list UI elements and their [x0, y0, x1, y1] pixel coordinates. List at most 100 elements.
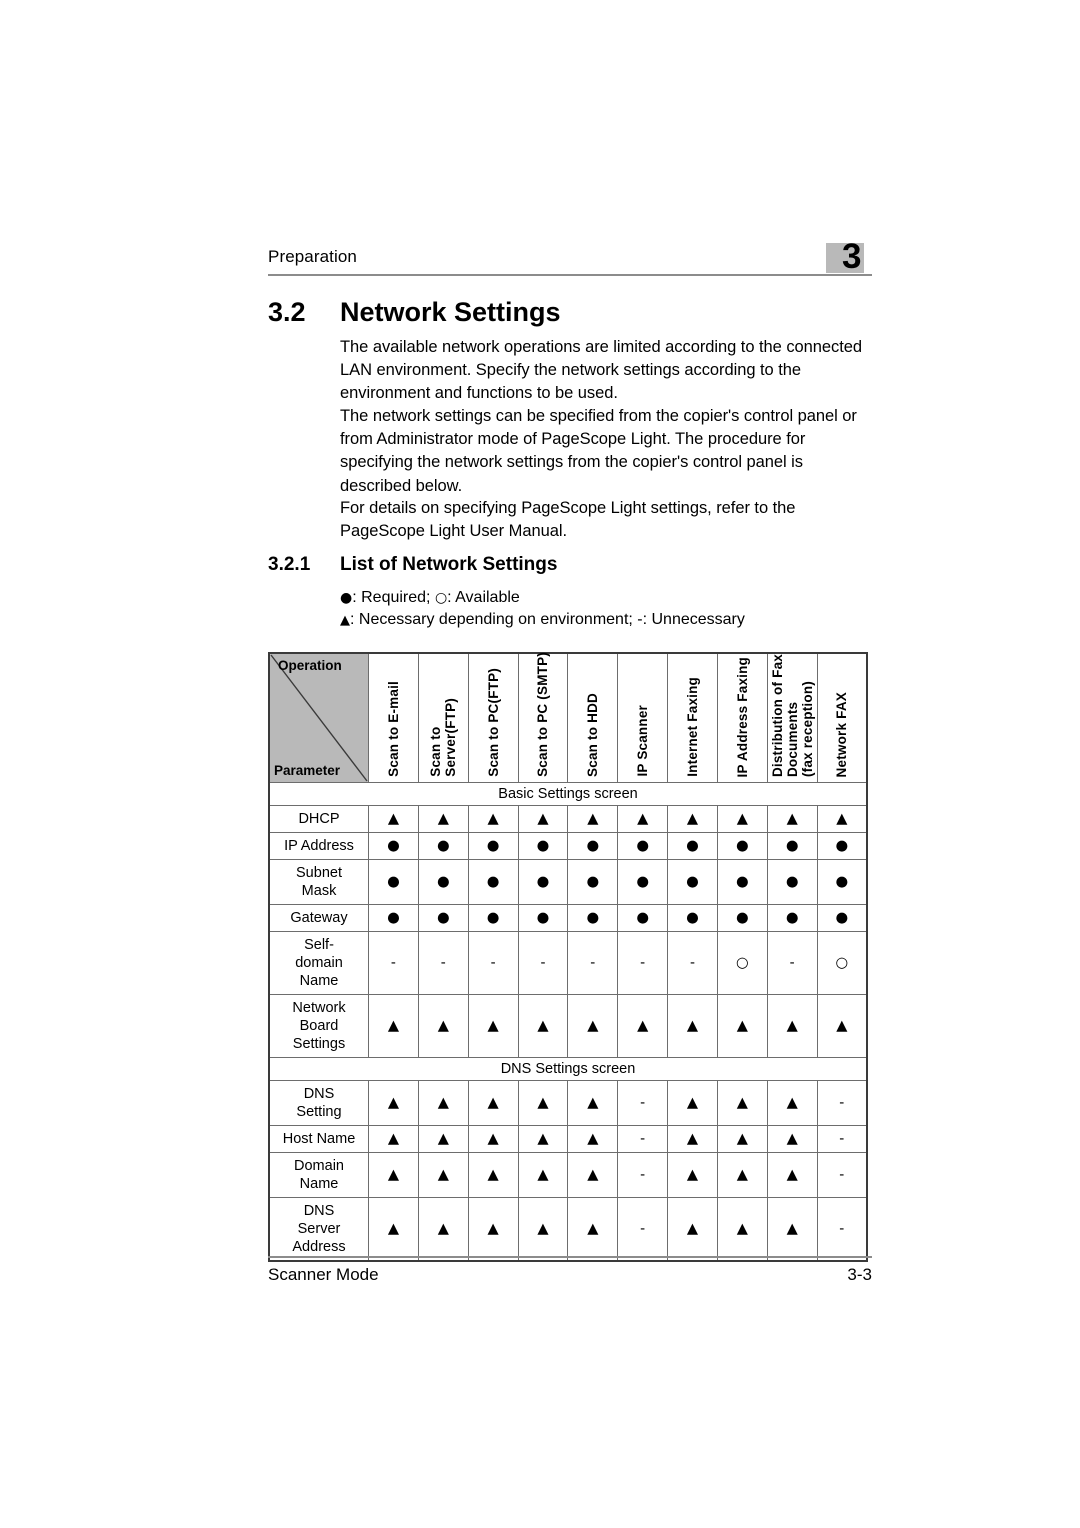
table-cell-mark: ▲ — [667, 805, 718, 833]
table-cell-mark: ● — [766, 904, 818, 932]
table-cell-mark: ▲ — [417, 805, 469, 833]
table-cell-mark: ▲ — [417, 1152, 469, 1198]
table-cell-mark: ● — [716, 832, 768, 860]
column-header-scan-to-hdd: Scan to HDD — [567, 652, 619, 783]
running-header: Preparation — [268, 246, 872, 282]
table-cell-mark: ▲ — [368, 1125, 419, 1153]
table-row-label: DNS Server Address — [268, 1197, 369, 1262]
section-heading: 3.2 Network Settings — [268, 296, 561, 328]
table-cell-mark: ▲ — [517, 1080, 569, 1126]
filled-circle-icon: ● — [340, 590, 353, 606]
footer-page-number: 3-3 — [847, 1265, 872, 1284]
table-row: IP Address ● ● ● ● ● ● ● ● ● ● — [268, 832, 868, 860]
network-settings-table-wrap: Operation Parameter Scan to E-mail Scan … — [268, 652, 868, 1262]
table-cell-mark: ● — [667, 904, 718, 932]
table-cell-mark: ▲ — [517, 805, 569, 833]
table-cell-mark: ▲ — [368, 1152, 419, 1198]
table-cell-mark: ▲ — [567, 1197, 619, 1262]
table-cell-mark: - — [467, 931, 519, 995]
table-cell-mark: ● — [567, 859, 619, 905]
legend-available-label: : Available — [447, 589, 520, 606]
table-cell-mark: ● — [617, 859, 669, 905]
table-cell-mark: - — [816, 1125, 868, 1153]
table-cell-mark: ● — [617, 832, 669, 860]
running-header-text: Preparation — [268, 247, 357, 266]
table-cell-mark: - — [816, 1152, 868, 1198]
table-row-label: Self-domain Name — [268, 931, 369, 995]
document-page: Preparation 3 3.2 Network Settings The av… — [0, 0, 1080, 1528]
table-row: Domain Name ▲ ▲ ▲ ▲ ▲ - ▲ ▲ ▲ - — [268, 1152, 868, 1198]
table-cell-mark: - — [766, 931, 818, 995]
paragraph-3: For details on specifying PageScope Ligh… — [340, 499, 796, 541]
column-header-network-fax: Network FAX — [816, 652, 868, 783]
table-cell-mark: ● — [467, 904, 519, 932]
table-cell-mark: ● — [716, 904, 768, 932]
column-header-scan-to-email: Scan to E-mail — [368, 652, 419, 783]
table-cell-mark: ● — [617, 904, 669, 932]
subsection-title: List of Network Settings — [340, 554, 558, 575]
table-row: Network Board Settings ▲ ▲ ▲ ▲ ▲ ▲ ▲ ▲ ▲ ▲ — [268, 994, 868, 1058]
table-cell-mark: ○ — [716, 931, 768, 995]
table-row-label: IP Address — [268, 832, 369, 860]
table-cell-mark: ● — [417, 859, 469, 905]
table-cell-mark: ● — [517, 904, 569, 932]
table-row: Gateway ● ● ● ● ● ● ● ● ● ● — [268, 904, 868, 932]
table-cell-mark: ▲ — [467, 1080, 519, 1126]
table-cell-mark: ▲ — [816, 994, 868, 1058]
table-row-label: DNS Setting — [268, 1080, 369, 1126]
table-row: DHCP ▲ ▲ ▲ ▲ ▲ ▲ ▲ ▲ ▲ ▲ — [268, 805, 868, 833]
table-cell-mark: - — [667, 931, 718, 995]
table-cell-mark: ● — [368, 904, 419, 932]
table-cell-mark: - — [617, 1152, 669, 1198]
legend-line-1: ●: Required; ○: Available — [340, 587, 520, 609]
table-cell-mark: ▲ — [368, 805, 419, 833]
legend-line-2: ▲: Necessary depending on environment; -… — [340, 609, 745, 632]
table-cell-mark: ▲ — [716, 805, 768, 833]
table-cell-mark: ▲ — [766, 994, 818, 1058]
table-cell-mark: ● — [368, 832, 419, 860]
table-cell-mark: - — [567, 931, 619, 995]
table-row-label: Host Name — [268, 1125, 369, 1153]
corner-operation-label: Operation — [278, 658, 342, 673]
table-cell-mark: ▲ — [467, 1152, 519, 1198]
table-cell-mark: ▲ — [567, 1152, 619, 1198]
table-row: DNS Server Address ▲ ▲ ▲ ▲ ▲ - ▲ ▲ ▲ - — [268, 1197, 868, 1262]
table-cell-mark: ▲ — [766, 1197, 818, 1262]
legend-necessary-label: : Necessary depending on environment; -:… — [350, 611, 745, 628]
table-cell-mark: ● — [816, 859, 868, 905]
table-cell-mark: ○ — [816, 931, 868, 995]
table-cell-mark: ● — [567, 904, 619, 932]
subsection-number: 3.2.1 — [268, 554, 311, 575]
table-row-label: Network Board Settings — [268, 994, 369, 1058]
table-section-row: Basic Settings screen — [268, 782, 868, 806]
column-header-scan-to-server-ftp: Scan to Server(FTP) — [417, 652, 469, 783]
table-body: Basic Settings screen DHCP ▲ ▲ ▲ ▲ ▲ ▲ ▲ ▲ ▲ ▲ IP Ad… — [268, 782, 868, 1262]
table-cell-mark: ▲ — [517, 1152, 569, 1198]
table-cell-mark: ● — [766, 832, 818, 860]
table-row-label: Gateway — [268, 904, 369, 932]
table-cell-mark: - — [617, 1197, 669, 1262]
table-cell-mark: ▲ — [567, 1125, 619, 1153]
table-cell-mark: ▲ — [617, 805, 669, 833]
table-cell-mark: ● — [517, 859, 569, 905]
table-cell-mark: ▲ — [517, 1197, 569, 1262]
column-header-ip-scanner: IP Scanner — [617, 652, 669, 783]
subsection-heading: 3.2.1 List of Network Settings — [268, 553, 557, 577]
table-cell-mark: ▲ — [667, 1152, 718, 1198]
table-cell-mark: ▲ — [467, 1197, 519, 1262]
table-row-label: Domain Name — [268, 1152, 369, 1198]
header-rule — [268, 274, 872, 276]
table-cell-mark: - — [368, 931, 419, 995]
paragraph-1: The available network operations are lim… — [340, 338, 863, 403]
table-cell-mark: ▲ — [617, 994, 669, 1058]
table-cell-mark: ▲ — [716, 1125, 768, 1153]
table-cell-mark: ▲ — [368, 1197, 419, 1262]
table-cell-mark: ▲ — [716, 1197, 768, 1262]
table-cell-mark: ▲ — [567, 994, 619, 1058]
table-cell-mark: ▲ — [667, 1197, 718, 1262]
table-row: DNS Setting ▲ ▲ ▲ ▲ ▲ - ▲ ▲ ▲ - — [268, 1080, 868, 1126]
column-header-distribution-of-fax-documents: Distribution of Fax Documents (fax recep… — [766, 652, 818, 783]
table-cell-mark: ● — [667, 832, 718, 860]
table-cell-mark: ● — [417, 904, 469, 932]
section-title: Network Settings — [340, 297, 561, 327]
